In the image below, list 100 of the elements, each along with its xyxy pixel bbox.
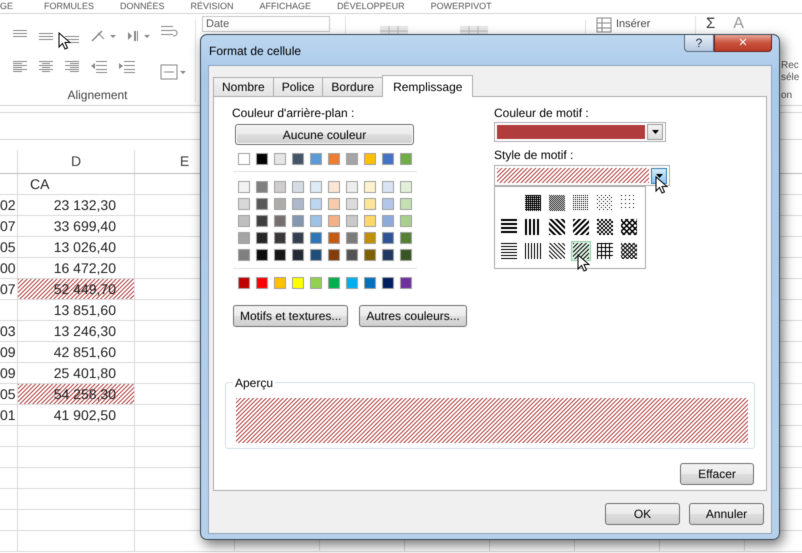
- color-swatch[interactable]: [382, 249, 394, 261]
- color-swatch[interactable]: [256, 198, 268, 210]
- color-swatch[interactable]: [292, 181, 304, 193]
- color-swatch[interactable]: [256, 249, 268, 261]
- color-swatch[interactable]: [238, 277, 250, 289]
- pattern-option[interactable]: [523, 193, 543, 213]
- color-swatch[interactable]: [274, 215, 286, 227]
- cancel-button[interactable]: Annuler: [689, 503, 764, 525]
- color-swatch[interactable]: [382, 215, 394, 227]
- autosum-button[interactable]: Σ: [706, 16, 716, 32]
- pattern-style-dropdown[interactable]: [494, 165, 670, 186]
- color-swatch[interactable]: [346, 181, 358, 193]
- color-swatch[interactable]: [382, 153, 394, 165]
- ribbon-tab[interactable]: DONNÉES: [120, 0, 165, 13]
- color-swatch[interactable]: [310, 277, 322, 289]
- clear-button[interactable]: Effacer: [680, 463, 754, 485]
- color-swatch[interactable]: [364, 153, 376, 165]
- text-angle-icon[interactable]: [90, 28, 116, 44]
- color-swatch[interactable]: [310, 249, 322, 261]
- color-swatch[interactable]: [310, 215, 322, 227]
- color-swatch[interactable]: [310, 198, 322, 210]
- indent-increase-icon[interactable]: [118, 58, 136, 74]
- merge-cells-icon[interactable]: [160, 64, 186, 80]
- pattern-option[interactable]: [547, 193, 567, 213]
- color-swatch[interactable]: [274, 232, 286, 244]
- dropdown-arrow-button[interactable]: [647, 124, 663, 140]
- pattern-option[interactable]: [571, 217, 591, 237]
- color-swatch[interactable]: [400, 215, 412, 227]
- color-swatch[interactable]: [328, 215, 340, 227]
- ribbon-tab[interactable]: DÉVELOPPEUR: [337, 0, 405, 13]
- color-swatch[interactable]: [328, 249, 340, 261]
- color-swatch[interactable]: [400, 249, 412, 261]
- color-swatch[interactable]: [274, 249, 286, 261]
- color-swatch[interactable]: [256, 181, 268, 193]
- color-swatch[interactable]: [292, 232, 304, 244]
- color-swatch[interactable]: [400, 232, 412, 244]
- tab[interactable]: Nombre: [213, 77, 274, 96]
- color-swatch[interactable]: [382, 232, 394, 244]
- color-swatch[interactable]: [256, 153, 268, 165]
- color-swatch[interactable]: [328, 181, 340, 193]
- color-swatch[interactable]: [364, 215, 376, 227]
- color-swatch[interactable]: [238, 249, 250, 261]
- color-swatch[interactable]: [238, 232, 250, 244]
- ribbon-tab[interactable]: GE: [0, 0, 18, 13]
- color-swatch[interactable]: [328, 232, 340, 244]
- ribbon-tab[interactable]: RÉVISION: [190, 0, 234, 13]
- color-swatch[interactable]: [346, 153, 358, 165]
- pattern-option[interactable]: [571, 241, 591, 261]
- insert-button[interactable]: Insérer: [616, 17, 650, 31]
- pattern-option[interactable]: [619, 241, 639, 261]
- color-swatch[interactable]: [238, 181, 250, 193]
- pattern-option[interactable]: [547, 241, 567, 261]
- color-swatch[interactable]: [256, 232, 268, 244]
- effects-button[interactable]: Motifs et textures...: [233, 305, 348, 327]
- color-swatch[interactable]: [328, 277, 340, 289]
- color-swatch[interactable]: [364, 277, 376, 289]
- color-swatch[interactable]: [238, 153, 250, 165]
- ok-button[interactable]: OK: [605, 503, 680, 525]
- color-swatch[interactable]: [400, 277, 412, 289]
- color-swatch[interactable]: [364, 249, 376, 261]
- color-swatch[interactable]: [292, 249, 304, 261]
- insert-cells-icon[interactable]: [596, 17, 612, 33]
- color-swatch[interactable]: [274, 198, 286, 210]
- color-swatch[interactable]: [364, 181, 376, 193]
- color-swatch[interactable]: [310, 153, 322, 165]
- tab[interactable]: Police: [272, 77, 324, 96]
- color-swatch[interactable]: [238, 215, 250, 227]
- color-swatch[interactable]: [382, 277, 394, 289]
- color-swatch[interactable]: [364, 232, 376, 244]
- ribbon-tab[interactable]: FORMULES: [44, 0, 94, 13]
- color-swatch[interactable]: [346, 232, 358, 244]
- number-format-dropdown[interactable]: Date: [202, 16, 330, 32]
- color-swatch[interactable]: [292, 198, 304, 210]
- color-swatch[interactable]: [346, 198, 358, 210]
- help-button[interactable]: ?: [684, 35, 714, 52]
- color-swatch[interactable]: [310, 232, 322, 244]
- color-swatch[interactable]: [292, 277, 304, 289]
- color-swatch[interactable]: [292, 153, 304, 165]
- close-button[interactable]: ✕: [714, 35, 772, 52]
- tab[interactable]: Bordure: [322, 77, 384, 96]
- paragraph-direction-icon[interactable]: [126, 28, 152, 44]
- column-header[interactable]: D: [18, 150, 135, 173]
- color-swatch[interactable]: [274, 153, 286, 165]
- color-swatch[interactable]: [256, 277, 268, 289]
- color-swatch[interactable]: [292, 215, 304, 227]
- indent-decrease-icon[interactable]: [90, 58, 108, 74]
- color-swatch[interactable]: [274, 277, 286, 289]
- more-colors-button[interactable]: Autres couleurs...: [359, 305, 467, 327]
- pattern-option[interactable]: [547, 217, 567, 237]
- color-swatch[interactable]: [382, 198, 394, 210]
- color-swatch[interactable]: [346, 277, 358, 289]
- tab[interactable]: Remplissage: [382, 75, 474, 97]
- align-center-icon[interactable]: [38, 58, 54, 74]
- color-swatch[interactable]: [274, 181, 286, 193]
- color-swatch[interactable]: [346, 249, 358, 261]
- align-right-icon[interactable]: [64, 58, 80, 74]
- color-swatch[interactable]: [328, 198, 340, 210]
- color-swatch[interactable]: [346, 215, 358, 227]
- align-left-icon[interactable]: [12, 58, 28, 74]
- color-swatch[interactable]: [238, 198, 250, 210]
